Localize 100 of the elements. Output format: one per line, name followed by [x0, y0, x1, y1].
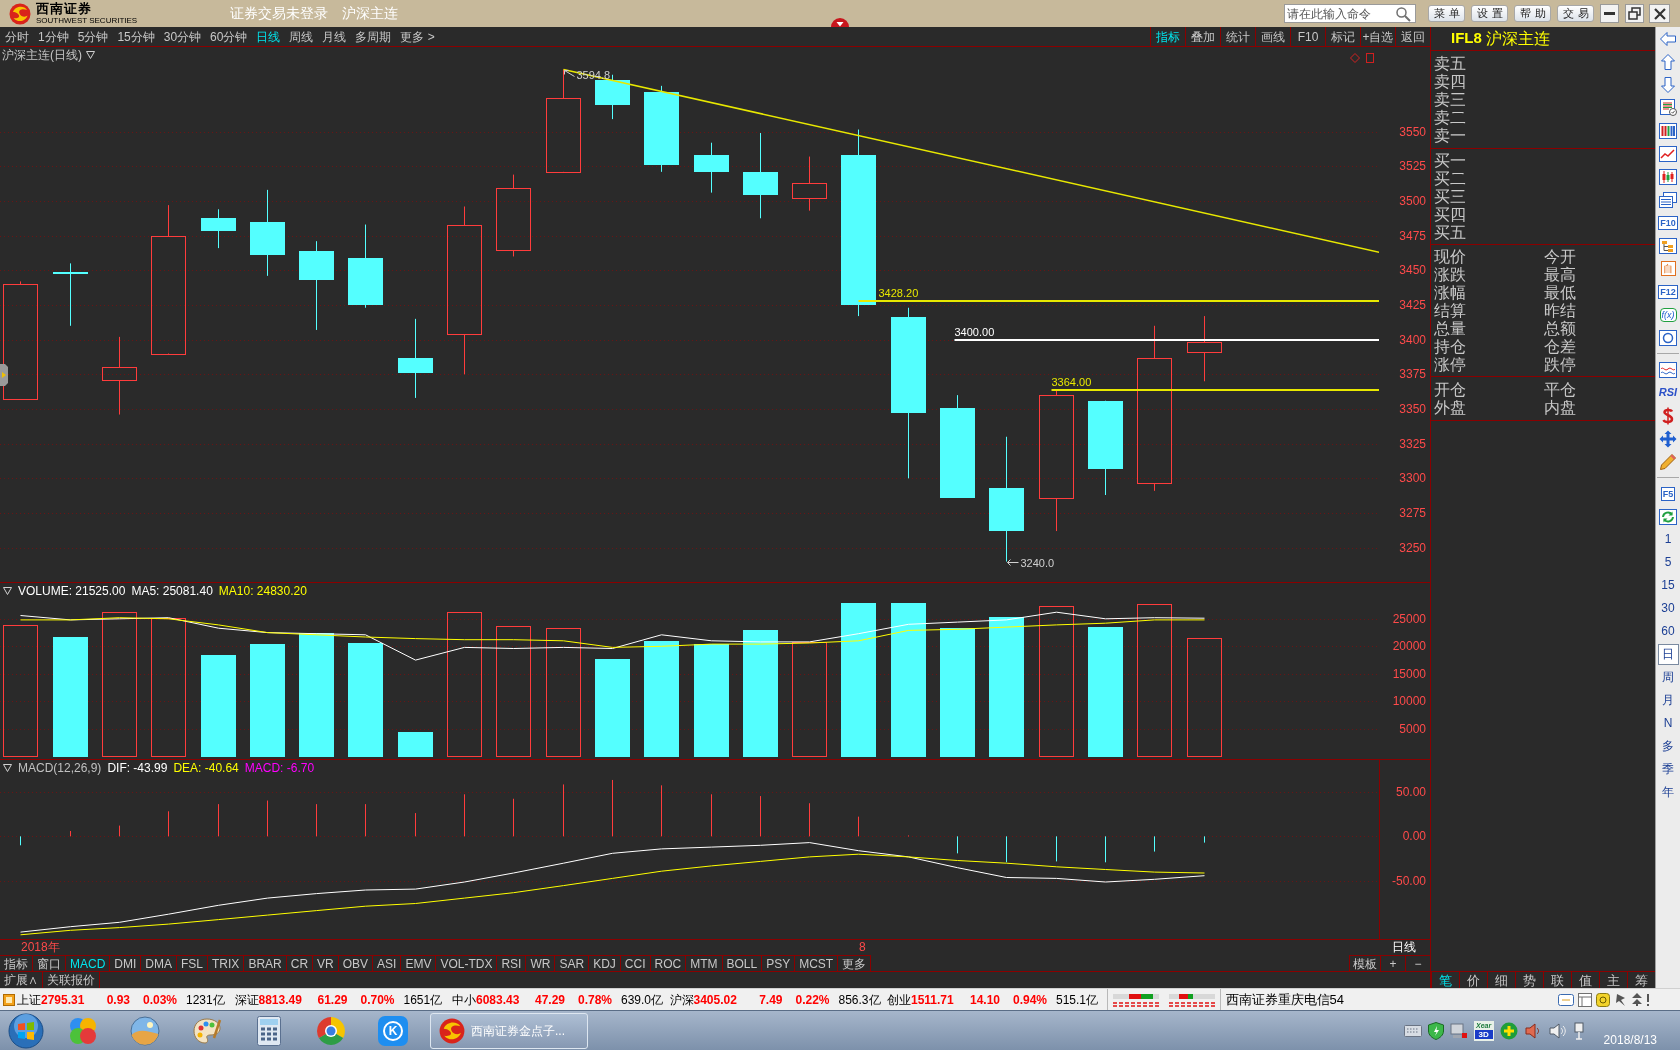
- help-button[interactable]: 帮助: [1514, 5, 1551, 22]
- double-arrow-up-icon[interactable]: [1632, 993, 1642, 1006]
- exclamation-icon[interactable]: [1646, 993, 1650, 1006]
- plus-icon[interactable]: [1499, 1021, 1518, 1040]
- side-tab-icon[interactable]: [0, 364, 8, 386]
- indicator-tab[interactable]: SAR: [555, 955, 590, 971]
- period-button[interactable]: 月: [1657, 690, 1679, 711]
- chart-tool-tab[interactable]: 指标: [1150, 27, 1185, 46]
- tool-button[interactable]: F12: [1658, 284, 1678, 299]
- keyboard-icon[interactable]: [1403, 1024, 1422, 1037]
- indicator-tab[interactable]: 指标: [0, 955, 33, 971]
- computer-icon[interactable]: [1449, 1021, 1468, 1040]
- period-button[interactable]: 5: [1657, 552, 1679, 573]
- indicator-tab[interactable]: WR: [526, 955, 556, 971]
- refresh-icon[interactable]: [1659, 508, 1677, 525]
- dropdown-icon[interactable]: [86, 51, 95, 59]
- period-button[interactable]: 多: [1657, 736, 1679, 757]
- close-icon[interactable]: [1653, 7, 1666, 20]
- chart-tool-tab[interactable]: 返回: [1395, 27, 1430, 46]
- indicator-tab[interactable]: BOLL: [722, 955, 763, 971]
- indicator-tab[interactable]: MACD: [66, 955, 111, 971]
- shield-icon[interactable]: [1427, 1021, 1444, 1040]
- indicator-tab[interactable]: VR: [313, 955, 339, 971]
- arrow-down-icon[interactable]: [1660, 75, 1676, 94]
- collapse-icon[interactable]: [831, 17, 849, 27]
- settings-button[interactable]: 设置: [1471, 5, 1508, 22]
- indicator-tab[interactable]: OBV: [338, 955, 374, 971]
- table-icon[interactable]: [1659, 122, 1677, 139]
- template-button[interactable]: 模板: [1349, 955, 1380, 971]
- indicator-tab[interactable]: DMA: [141, 955, 177, 971]
- start-button[interactable]: [8, 1012, 44, 1049]
- indicator-tab[interactable]: FSL: [177, 955, 209, 971]
- panel-toggle-icon[interactable]: [3, 993, 15, 1006]
- chart-tool-tab[interactable]: 叠加: [1185, 27, 1220, 46]
- indicator-tab[interactable]: VOL-TDX: [436, 955, 498, 971]
- speaker-icon[interactable]: [1523, 1021, 1542, 1040]
- wave-chart-icon[interactable]: [1659, 361, 1677, 378]
- period-tab[interactable]: 60分钟: [210, 29, 248, 44]
- tool-button[interactable]: F5: [1660, 486, 1676, 501]
- menu-button[interactable]: 菜单: [1428, 5, 1465, 22]
- chart-tool-tab[interactable]: 画线: [1255, 27, 1290, 46]
- indicator-tab[interactable]: PSY: [762, 955, 796, 971]
- period-tab[interactable]: 1分钟: [38, 29, 69, 44]
- indicator-tab[interactable]: MTM: [686, 955, 723, 971]
- colorful-circles-icon[interactable]: [68, 1015, 98, 1046]
- indicator-tab[interactable]: KDJ: [589, 955, 621, 971]
- tricolor-circle-icon[interactable]: [316, 1015, 346, 1046]
- chart-tool-tab[interactable]: F10: [1290, 27, 1325, 46]
- period-button[interactable]: 季: [1657, 759, 1679, 780]
- period-button[interactable]: 15: [1657, 575, 1679, 596]
- period-tab[interactable]: 更多 >: [400, 29, 435, 44]
- close-button[interactable]: [1649, 4, 1670, 23]
- rectangle-icon[interactable]: [1366, 53, 1374, 63]
- pencil-icon[interactable]: [1659, 452, 1677, 471]
- line-chart-icon[interactable]: [1659, 145, 1677, 162]
- trend-line[interactable]: [562, 68, 1379, 254]
- indicator-tab[interactable]: CCI: [620, 955, 651, 971]
- period-button[interactable]: 30: [1657, 598, 1679, 619]
- landscape-icon[interactable]: [130, 1015, 160, 1046]
- indicator-tab[interactable]: BRAR: [244, 955, 287, 971]
- move-icon[interactable]: [1659, 429, 1677, 448]
- hierarchy-icon[interactable]: [1659, 237, 1677, 254]
- arrow-up-icon[interactable]: [1660, 52, 1676, 71]
- chart-tool-tab[interactable]: +自选: [1360, 27, 1395, 46]
- arrow-left-icon[interactable]: [1659, 30, 1677, 47]
- chart-tool-tab[interactable]: 标记: [1325, 27, 1360, 46]
- indicator-tab[interactable]: ASI: [373, 955, 402, 971]
- window-icon[interactable]: [1578, 992, 1592, 1007]
- calculator-icon[interactable]: [257, 1015, 281, 1046]
- period-tab[interactable]: 15分钟: [117, 29, 155, 44]
- indicator-tab[interactable]: 更多: [838, 955, 872, 971]
- period-button[interactable]: 年: [1657, 782, 1679, 803]
- period-button[interactable]: 1: [1657, 529, 1679, 550]
- tool-button[interactable]: F10: [1658, 215, 1678, 230]
- remove-button[interactable]: −: [1405, 955, 1430, 971]
- dropdown-icon[interactable]: [3, 587, 12, 595]
- tool-button[interactable]: f(x): [1659, 307, 1677, 322]
- period-button[interactable]: 周: [1657, 667, 1679, 688]
- period-button[interactable]: 日: [1657, 644, 1679, 665]
- period-button[interactable]: 60: [1657, 621, 1679, 642]
- signpost-icon[interactable]: [1571, 1021, 1586, 1040]
- palette-icon[interactable]: [192, 1015, 222, 1046]
- pointer-icon[interactable]: [1614, 992, 1628, 1007]
- indicator-tab[interactable]: DMI: [110, 955, 142, 971]
- period-tab[interactable]: 月线: [322, 29, 347, 44]
- indicator-tab[interactable]: ROC: [650, 955, 687, 971]
- indicator-tab[interactable]: TRIX: [208, 955, 245, 971]
- report-icon[interactable]: [1659, 99, 1677, 116]
- period-tab[interactable]: 分时: [5, 29, 29, 44]
- minimize-button[interactable]: [1600, 4, 1619, 23]
- chart-tool-tab[interactable]: 统计: [1220, 27, 1255, 46]
- period-tab[interactable]: 多周期: [355, 29, 392, 44]
- period-tab[interactable]: 日线: [256, 29, 281, 44]
- message-icon[interactable]: [1558, 993, 1574, 1006]
- indicator-tab[interactable]: MCST: [795, 955, 839, 971]
- circle-icon[interactable]: [1659, 329, 1677, 346]
- indicator-tab[interactable]: EMV: [401, 955, 437, 971]
- indicator-tab[interactable]: 窗口: [33, 955, 66, 971]
- dropdown-icon[interactable]: [3, 764, 12, 772]
- tool-button[interactable]: RSI: [1658, 386, 1678, 399]
